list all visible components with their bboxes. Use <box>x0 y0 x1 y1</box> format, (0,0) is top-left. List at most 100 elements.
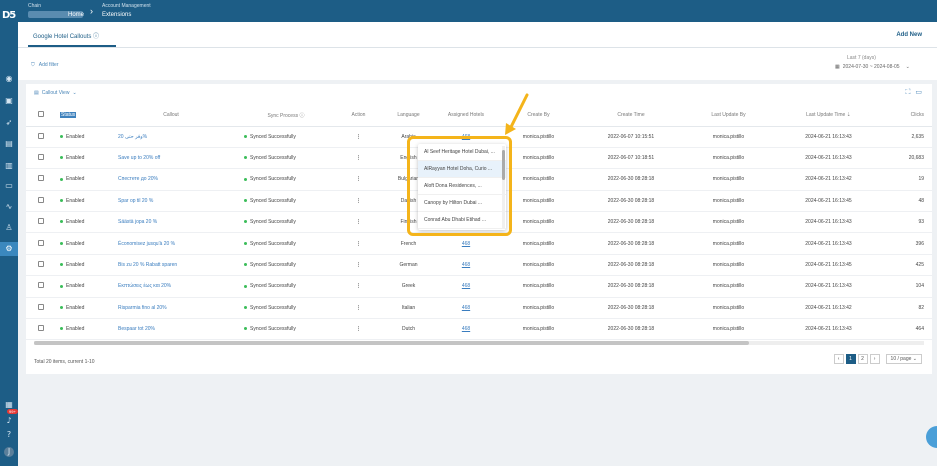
col-callout[interactable]: Callout <box>106 105 236 127</box>
table-row[interactable]: Enabled Εκπτώσεις έως και 20% Synced Succe… <box>26 275 932 298</box>
rocket-icon[interactable]: ➶ <box>4 118 14 128</box>
eye-icon[interactable]: ◉ <box>4 74 14 84</box>
breadcrumb-parent[interactable]: Account Management <box>102 3 151 9</box>
more-vertical-icon[interactable]: ⋮ <box>356 134 361 140</box>
assigned-hotels-cell[interactable]: 468 <box>436 254 496 277</box>
status-cell: Enabled <box>56 190 106 213</box>
page-size-select[interactable]: 10 / page ⌄ <box>885 354 922 364</box>
callout-link[interactable]: Bespaar tot 20% <box>106 318 236 341</box>
callout-link[interactable]: Säästä jopa 20 % <box>106 211 236 234</box>
user-icon[interactable]: ♙ <box>4 223 14 233</box>
col-last-update-time[interactable]: Last Update Time ⇣ <box>776 105 881 127</box>
col-action: Action <box>336 105 381 127</box>
horizontal-scrollbar[interactable] <box>34 341 924 345</box>
row-checkbox[interactable] <box>26 232 56 255</box>
assigned-hotels-link[interactable]: 468 <box>462 241 470 247</box>
more-vertical-icon[interactable]: ⋮ <box>356 283 361 289</box>
col-create-time[interactable]: Create Time <box>581 105 681 127</box>
callout-link[interactable]: Εκπτώσεις έως και 20% <box>106 275 236 298</box>
scrollbar-thumb[interactable] <box>34 341 749 345</box>
help-icon[interactable]: ? <box>4 430 14 440</box>
assigned-hotels-cell[interactable]: 468 <box>436 318 496 341</box>
page-2-button[interactable]: 2 <box>857 354 868 364</box>
page-1-button[interactable]: 1 <box>845 354 856 364</box>
action-menu[interactable]: ⋮ <box>336 190 381 213</box>
callout-link[interactable]: وفر حتى 20% <box>106 126 236 148</box>
action-menu[interactable]: ⋮ <box>336 211 381 234</box>
action-menu[interactable]: ⋮ <box>336 168 381 191</box>
assigned-hotels-cell[interactable]: 468 <box>436 275 496 298</box>
more-vertical-icon[interactable]: ⋮ <box>356 155 361 161</box>
add-new-button[interactable]: Add New <box>896 32 922 38</box>
callout-link[interactable]: Спестете до 20% <box>106 168 236 191</box>
col-last-update-by[interactable]: Last Update By <box>681 105 776 127</box>
panel-icon[interactable]: ▤ <box>4 139 14 149</box>
sync-dot <box>244 156 247 160</box>
bell-icon[interactable]: ♪ <box>4 416 14 426</box>
action-menu[interactable]: ⋮ <box>336 232 381 255</box>
row-checkbox[interactable] <box>26 190 56 213</box>
next-page-button[interactable]: › <box>869 354 880 364</box>
tab-google-hotel-callouts[interactable]: Google Hotel Callouts ⓘ <box>33 31 99 40</box>
row-checkbox[interactable] <box>26 168 56 191</box>
action-menu[interactable]: ⋮ <box>336 254 381 277</box>
fullscreen-icon[interactable]: ⛶ <box>905 88 910 96</box>
callout-link[interactable]: Risparmia fino al 20% <box>106 297 236 320</box>
more-vertical-icon[interactable]: ⋮ <box>356 305 361 311</box>
prev-page-button[interactable]: ‹ <box>833 354 844 364</box>
callout-link[interactable]: Bis zu 20 % Rabatt sparen <box>106 254 236 277</box>
action-menu[interactable]: ⋮ <box>336 147 381 170</box>
settings-icon[interactable]: ⚙ <box>0 242 18 256</box>
assigned-hotels-cell[interactable]: 468 <box>436 232 496 255</box>
row-checkbox[interactable] <box>26 297 56 320</box>
col-sync-process[interactable]: Sync Process ⓘ <box>236 105 336 127</box>
table-row[interactable]: Enabled Économisez jusqu'à 20 % Synced Suc… <box>26 232 932 255</box>
col-language[interactable]: Language <box>381 105 436 127</box>
folder-icon[interactable]: ▭ <box>4 181 14 191</box>
app-logo[interactable]: D5 <box>2 10 16 22</box>
more-vertical-icon[interactable]: ⋮ <box>356 241 361 247</box>
sync-text: Synced Successfully <box>250 304 296 311</box>
col-assigned-hotels[interactable]: Assigned Hotels <box>436 105 496 127</box>
row-checkbox[interactable] <box>26 275 56 298</box>
row-checkbox[interactable] <box>26 126 56 148</box>
col-status[interactable]: Status <box>56 105 106 127</box>
status-text: Enabled <box>66 283 85 290</box>
document-icon[interactable]: ▥ <box>4 161 14 171</box>
table-row[interactable]: Enabled Bespaar tot 20% Synced Successfull… <box>26 318 932 341</box>
export-icon[interactable]: ▭ <box>915 88 922 96</box>
box-icon[interactable]: ▣ <box>4 96 14 106</box>
sync-dot <box>244 284 247 288</box>
callout-link[interactable]: Save up to 20% off <box>106 147 236 170</box>
user-avatar-icon[interactable]: J <box>4 447 14 457</box>
action-menu[interactable]: ⋮ <box>336 318 381 341</box>
select-all-checkbox[interactable] <box>26 105 56 127</box>
more-vertical-icon[interactable]: ⋮ <box>356 262 361 268</box>
more-vertical-icon[interactable]: ⋮ <box>356 198 361 204</box>
action-menu[interactable]: ⋮ <box>336 275 381 298</box>
row-checkbox[interactable] <box>26 318 56 341</box>
table-row[interactable]: Enabled Risparmia fino al 20% Synced Succe… <box>26 297 932 320</box>
assigned-hotels-link[interactable]: 468 <box>462 305 470 311</box>
row-checkbox[interactable] <box>26 211 56 234</box>
more-vertical-icon[interactable]: ⋮ <box>356 176 361 182</box>
help-chat-bubble[interactable] <box>926 426 937 448</box>
row-checkbox[interactable] <box>26 147 56 170</box>
date-range-picker[interactable]: Last 7 (days) ▦ 2024-07-30 ~ 2024-08-05 ⌄ <box>835 55 925 70</box>
action-menu[interactable]: ⋮ <box>336 126 381 148</box>
assigned-hotels-link[interactable]: 468 <box>462 262 470 268</box>
col-clicks[interactable]: Clicks <box>881 105 932 127</box>
activity-icon[interactable]: ∿ <box>4 202 14 212</box>
row-checkbox[interactable] <box>26 254 56 277</box>
assigned-hotels-link[interactable]: 468 <box>462 283 470 289</box>
callout-link[interactable]: Spar op til 20 % <box>106 190 236 213</box>
callout-view-selector[interactable]: ▤ Callout View ⌄ <box>34 90 77 96</box>
assigned-hotels-cell[interactable]: 468 <box>436 297 496 320</box>
action-menu[interactable]: ⋮ <box>336 297 381 320</box>
more-vertical-icon[interactable]: ⋮ <box>356 219 361 225</box>
more-vertical-icon[interactable]: ⋮ <box>356 326 361 332</box>
table-row[interactable]: Enabled Bis zu 20 % Rabatt sparen Synced S… <box>26 254 932 277</box>
add-filter-button[interactable]: ⛉ Add filter <box>31 62 59 68</box>
assigned-hotels-link[interactable]: 468 <box>462 326 470 332</box>
callout-link[interactable]: Économisez jusqu'à 20 % <box>106 232 236 255</box>
